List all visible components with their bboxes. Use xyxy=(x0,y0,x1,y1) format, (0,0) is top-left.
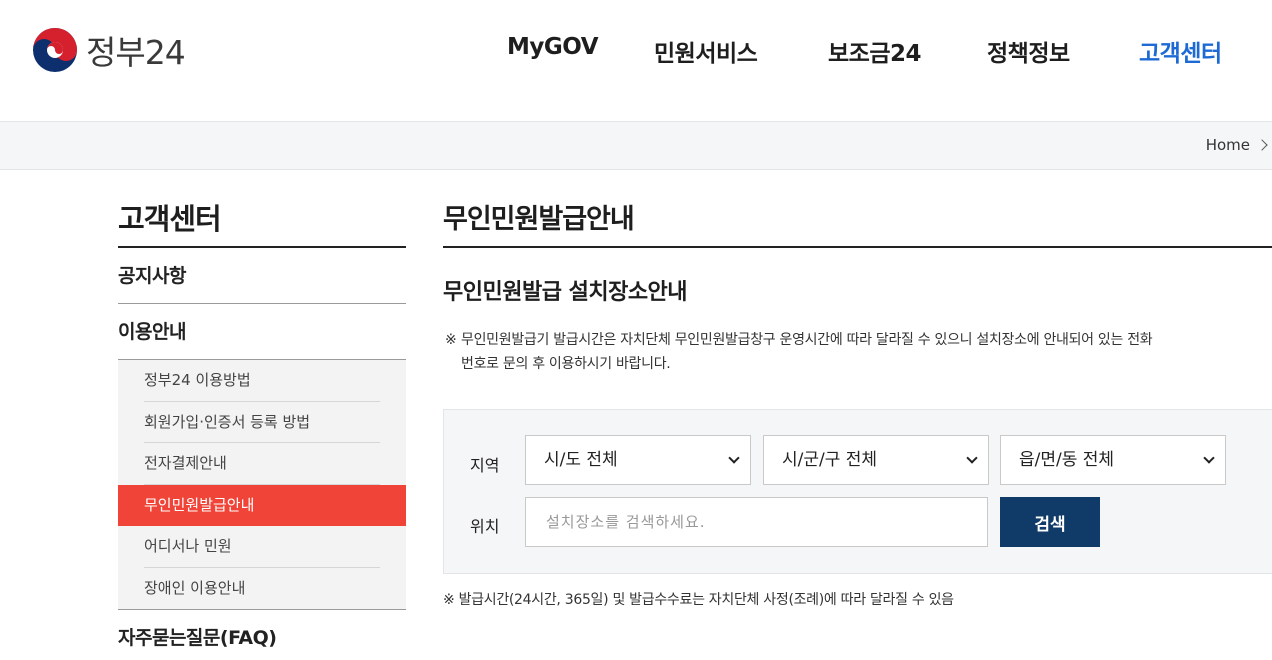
region-label: 지역 xyxy=(470,456,500,475)
sidebar-menu: 공지사항 이용안내 xyxy=(118,248,406,360)
breadcrumb[interactable]: Home xyxy=(1206,136,1268,154)
nav-civil-service[interactable]: 민원서비스 xyxy=(654,34,758,68)
notice-mark: ※ xyxy=(445,332,457,348)
nav-policy-info[interactable]: 정책정보 xyxy=(987,34,1070,68)
search-form: 지역 시/도 전체 시/군/구 전체 읍/면/동 전체 위치 검색 xyxy=(443,409,1272,574)
nav-customer-center[interactable]: 고객센터 xyxy=(1139,34,1222,68)
section-title: 무인민원발급 설치장소안내 xyxy=(443,280,688,305)
submenu-item-kiosk-guide[interactable]: 무인민원발급안내 xyxy=(118,484,406,526)
breadcrumb-home[interactable]: Home xyxy=(1206,136,1250,154)
submenu-item-how-to-use[interactable]: 정부24 이용방법 xyxy=(118,360,406,402)
submenu-item-signup-cert[interactable]: 회원가입·인증서 등록 방법 xyxy=(118,402,406,444)
logo[interactable]: 정부24 xyxy=(32,26,186,74)
submenu-item-e-payment[interactable]: 전자결제안내 xyxy=(118,443,406,485)
sigungu-select[interactable]: 시/군/구 전체 xyxy=(763,435,989,485)
location-label: 위치 xyxy=(470,517,500,536)
chevron-down-icon xyxy=(966,452,978,464)
notice-body: 무인민원발급기 발급시간은 자치단체 무인민원발급창구 운영시간에 따라 달라질… xyxy=(461,332,1153,372)
sido-select[interactable]: 시/도 전체 xyxy=(525,435,751,485)
submenu-item-disabled-guide[interactable]: 장애인 이용안내 xyxy=(118,568,406,610)
sidebar-submenu: 정부24 이용방법 회원가입·인증서 등록 방법 전자결제안내 무인민원발급안내… xyxy=(118,360,406,610)
main-content: 무인민원발급안내 무인민원발급 설치장소안내 ※ 무인민원발급기 발급시간은 자… xyxy=(443,170,1272,608)
chevron-right-icon xyxy=(1256,139,1268,151)
sidebar-title: 고객센터 xyxy=(118,170,406,248)
emd-select[interactable]: 읍/면/동 전체 xyxy=(1000,435,1226,485)
search-button[interactable]: 검색 xyxy=(1000,497,1100,547)
sidebar-item-usage-guide[interactable]: 이용안내 xyxy=(118,304,406,360)
page-title: 무인민원발급안내 xyxy=(443,170,1272,248)
logo-text: 정부24 xyxy=(86,33,186,72)
chevron-down-icon xyxy=(1203,452,1215,464)
sidebar-item-faq[interactable]: 자주묻는질문(FAQ) xyxy=(118,610,406,660)
nav-mygov[interactable]: MyGOV xyxy=(507,34,599,60)
footnote-text: ※ 발급시간(24시간, 365일) 및 발급수수료는 자치단체 사정(조례)에… xyxy=(443,592,954,608)
nav-subsidy24[interactable]: 보조금24 xyxy=(828,34,922,68)
notice-text: ※ 무인민원발급기 발급시간은 자치단체 무인민원발급창구 운영시간에 따라 달… xyxy=(443,328,1163,376)
sidebar-item-notices[interactable]: 공지사항 xyxy=(118,248,406,304)
sido-select-value: 시/도 전체 xyxy=(544,450,618,470)
site-header: 정부24 MyGOV 민원서비스 보조금24 정책정보 고객센터 xyxy=(0,0,1272,121)
sidebar: 고객센터 공지사항 이용안내 정부24 이용방법 회원가입·인증서 등록 방법 … xyxy=(118,170,406,660)
sidebar-menu-bottom: 자주묻는질문(FAQ) xyxy=(118,610,406,660)
location-search-input[interactable] xyxy=(525,497,988,547)
emd-select-value: 읍/면/동 전체 xyxy=(1019,450,1115,470)
submenu-item-anywhere-civil[interactable]: 어디서나 민원 xyxy=(118,526,406,568)
breadcrumb-bar: Home xyxy=(0,121,1272,170)
sigungu-select-value: 시/군/구 전체 xyxy=(782,450,878,470)
taegeuk-logo-icon xyxy=(33,28,77,72)
chevron-down-icon xyxy=(728,452,740,464)
